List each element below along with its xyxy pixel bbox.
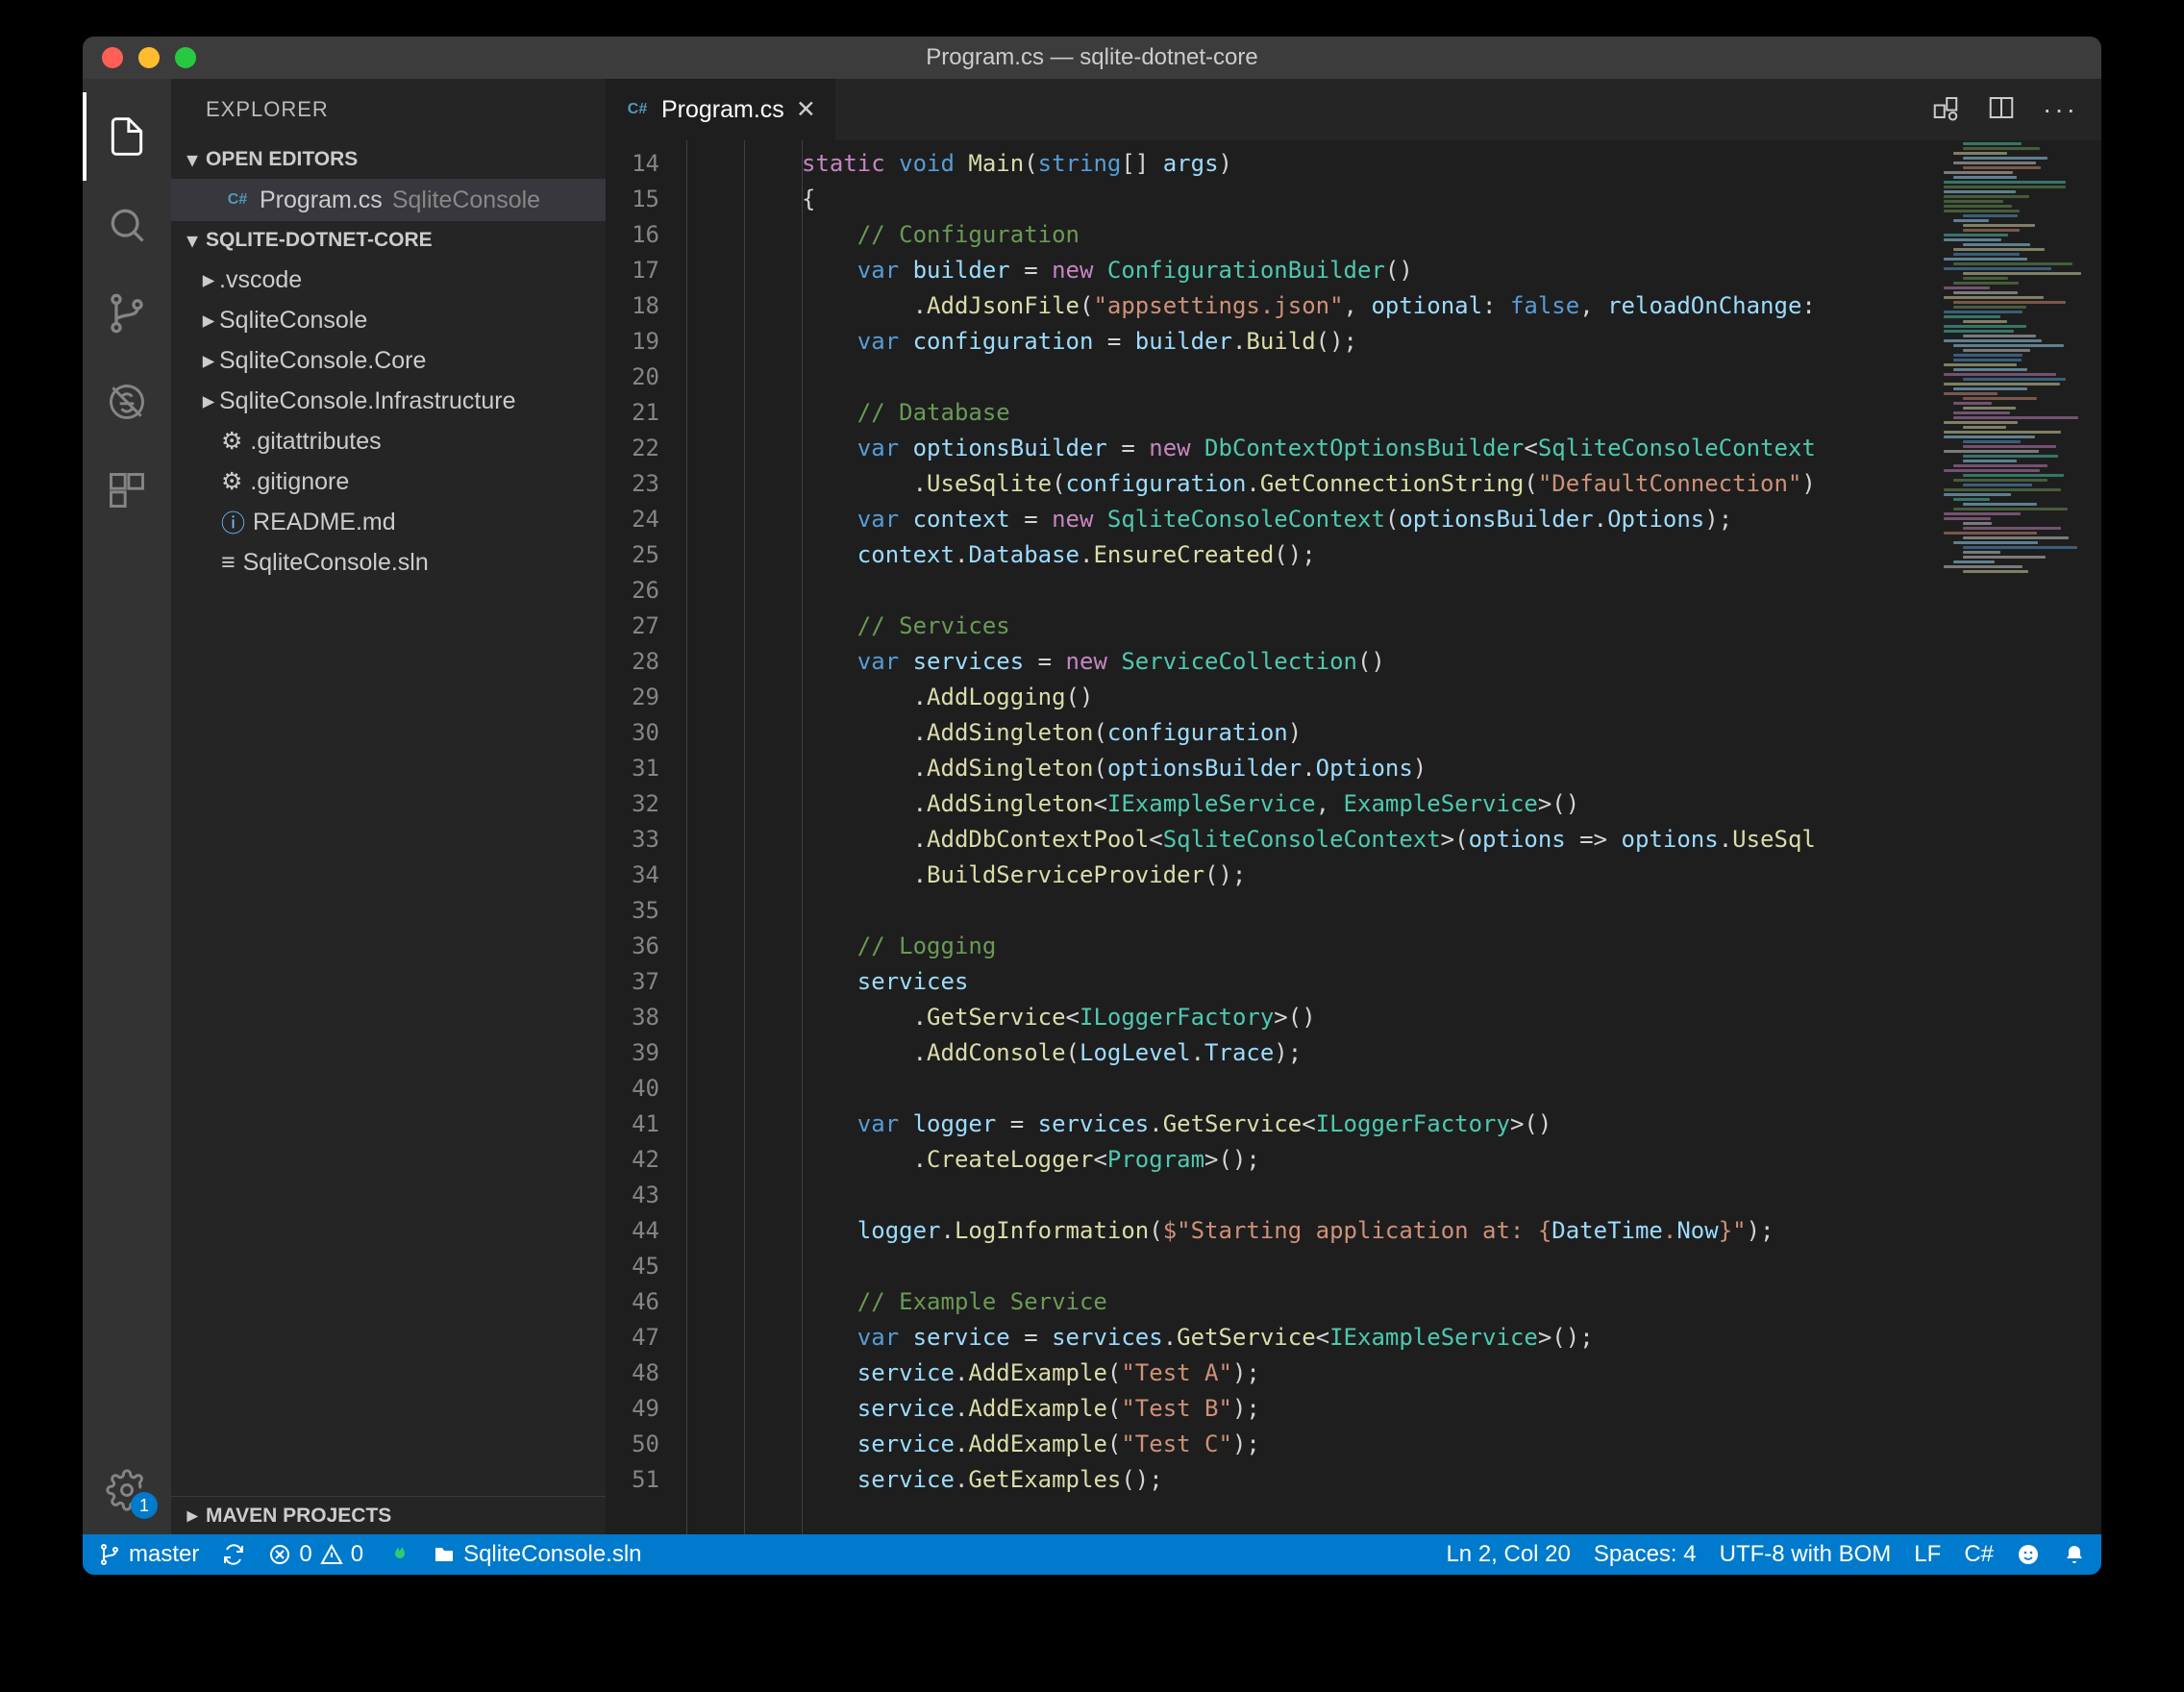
flame-icon (386, 1543, 410, 1566)
cursor-position[interactable]: Ln 2, Col 20 (1446, 1541, 1570, 1568)
tree-item-label: SqliteConsole.sln (243, 549, 429, 577)
eol-status[interactable]: LF (1914, 1541, 1941, 1568)
open-editor-filename: Program.cs (260, 187, 383, 214)
info-file-icon: ⓘ (221, 505, 245, 539)
maven-section[interactable]: ▸ MAVEN PROJECTS (171, 1496, 606, 1534)
open-editors-label: OPEN EDITORS (206, 148, 358, 171)
project-label: SQLITE-DOTNET-CORE (206, 229, 433, 252)
window-title: Program.cs — sqlite-dotnet-core (926, 44, 1257, 71)
tree-item[interactable]: ⚙ .gitignore (171, 461, 606, 502)
files-icon (106, 115, 148, 158)
tree-item[interactable]: ⓘ README.md (171, 502, 606, 542)
warning-count: 0 (351, 1541, 363, 1568)
maven-label: MAVEN PROJECTS (206, 1505, 391, 1528)
git-branch-status[interactable]: master (98, 1541, 199, 1568)
tree-item-label: README.md (253, 509, 396, 536)
chevron-right-icon: ▸ (183, 1504, 202, 1528)
sync-icon (222, 1543, 245, 1566)
settings-button[interactable]: 1 (83, 1446, 171, 1534)
tree-item[interactable]: ▸SqliteConsole.Infrastructure (171, 381, 606, 421)
status-bar: master 0 0 SqliteConsole.sln Ln 2, Col 2… (83, 1534, 2101, 1575)
debug-tab[interactable] (83, 358, 171, 446)
smiley-icon (2017, 1543, 2040, 1566)
maximize-window-button[interactable] (175, 47, 196, 68)
gear-file-icon: ⚙ (221, 427, 242, 456)
project-selector[interactable]: SqliteConsole.sln (433, 1541, 641, 1568)
close-window-button[interactable] (102, 47, 123, 68)
titlebar[interactable]: Program.cs — sqlite-dotnet-core (83, 37, 2101, 79)
more-actions-button[interactable]: ··· (2043, 94, 2078, 125)
vscode-window: Program.cs — sqlite-dotnet-core 1 (83, 37, 2101, 1575)
git-branch-icon (106, 292, 148, 335)
close-tab-button[interactable]: ✕ (796, 95, 816, 124)
tree-item[interactable]: ⚙ .gitattributes (171, 421, 606, 461)
encoding-status[interactable]: UTF-8 with BOM (1720, 1541, 1892, 1568)
chevron-right-icon: ▸ (198, 265, 219, 294)
tree-item-label: .vscode (219, 266, 302, 294)
git-branch-icon (98, 1543, 121, 1566)
minimize-window-button[interactable] (138, 47, 160, 68)
branch-name: master (129, 1541, 199, 1568)
notifications-button[interactable] (2063, 1543, 2086, 1566)
traffic-lights (102, 47, 196, 68)
explorer-tab[interactable] (83, 92, 171, 181)
problems-status[interactable]: 0 0 (268, 1541, 363, 1568)
warning-icon (320, 1543, 343, 1566)
tree-item[interactable]: ▸SqliteConsole (171, 300, 606, 340)
tree-item[interactable]: ≡SqliteConsole.sln (171, 542, 606, 583)
tab-bar: C# Program.cs ✕ ··· (606, 79, 2101, 140)
tree-item-label: .gitattributes (250, 428, 381, 456)
project-section[interactable]: ▾ SQLITE-DOTNET-CORE (171, 221, 606, 260)
omnisharp-status[interactable] (386, 1543, 410, 1566)
tab-filename: Program.cs (661, 96, 784, 124)
tree-item-label: SqliteConsole (219, 307, 367, 335)
split-editor-button[interactable] (1987, 93, 2016, 127)
code-editor[interactable]: static void Main(string[] args){ // Conf… (686, 140, 2101, 1534)
sync-button[interactable] (222, 1543, 245, 1566)
chevron-right-icon: ▸ (198, 346, 219, 375)
source-control-tab[interactable] (83, 269, 171, 358)
project-name: SqliteConsole.sln (463, 1541, 641, 1568)
open-editor-item[interactable]: C# Program.cs SqliteConsole (171, 179, 606, 221)
csharp-file-icon: C# (625, 97, 650, 122)
error-count: 0 (299, 1541, 311, 1568)
open-editors-section[interactable]: ▾ OPEN EDITORS (171, 140, 606, 179)
update-badge: 1 (131, 1492, 158, 1519)
open-editor-path: SqliteConsole (392, 187, 540, 214)
minimap[interactable] (1938, 140, 2101, 1534)
line-gutter[interactable]: 1415161718192021222324252627282930313233… (606, 140, 686, 1534)
tree-item-label: SqliteConsole.Core (219, 347, 426, 375)
indent-status[interactable]: Spaces: 4 (1594, 1541, 1697, 1568)
extensions-tab[interactable] (83, 446, 171, 535)
file-icon: ≡ (221, 549, 236, 577)
language-status[interactable]: C# (1964, 1541, 1994, 1568)
tree-item[interactable]: ▸.vscode (171, 260, 606, 300)
chevron-down-icon: ▾ (183, 148, 202, 172)
search-icon (106, 204, 148, 246)
editor-area: C# Program.cs ✕ ··· 14151617181920212223… (606, 79, 2101, 1534)
csharp-file-icon: C# (225, 187, 250, 212)
chevron-right-icon: ▸ (198, 386, 219, 415)
chevron-down-icon: ▾ (183, 229, 202, 253)
extensions-icon (106, 469, 148, 511)
no-bug-icon (106, 381, 148, 423)
chevron-right-icon: ▸ (198, 306, 219, 335)
error-icon (268, 1543, 291, 1566)
bell-icon (2063, 1543, 2086, 1566)
folder-icon (433, 1543, 456, 1566)
activity-bar: 1 (83, 79, 171, 1534)
tree-item-label: .gitignore (250, 468, 349, 496)
gear-file-icon: ⚙ (221, 467, 242, 496)
tree-item[interactable]: ▸SqliteConsole.Core (171, 340, 606, 381)
feedback-button[interactable] (2017, 1543, 2040, 1566)
sidebar: EXPLORER ▾ OPEN EDITORS C# Program.cs Sq… (171, 79, 606, 1534)
editor-tab[interactable]: C# Program.cs ✕ (606, 79, 836, 140)
tree-item-label: SqliteConsole.Infrastructure (219, 387, 515, 415)
compare-icon[interactable] (1931, 93, 1960, 127)
search-tab[interactable] (83, 181, 171, 269)
sidebar-title: EXPLORER (171, 79, 606, 140)
